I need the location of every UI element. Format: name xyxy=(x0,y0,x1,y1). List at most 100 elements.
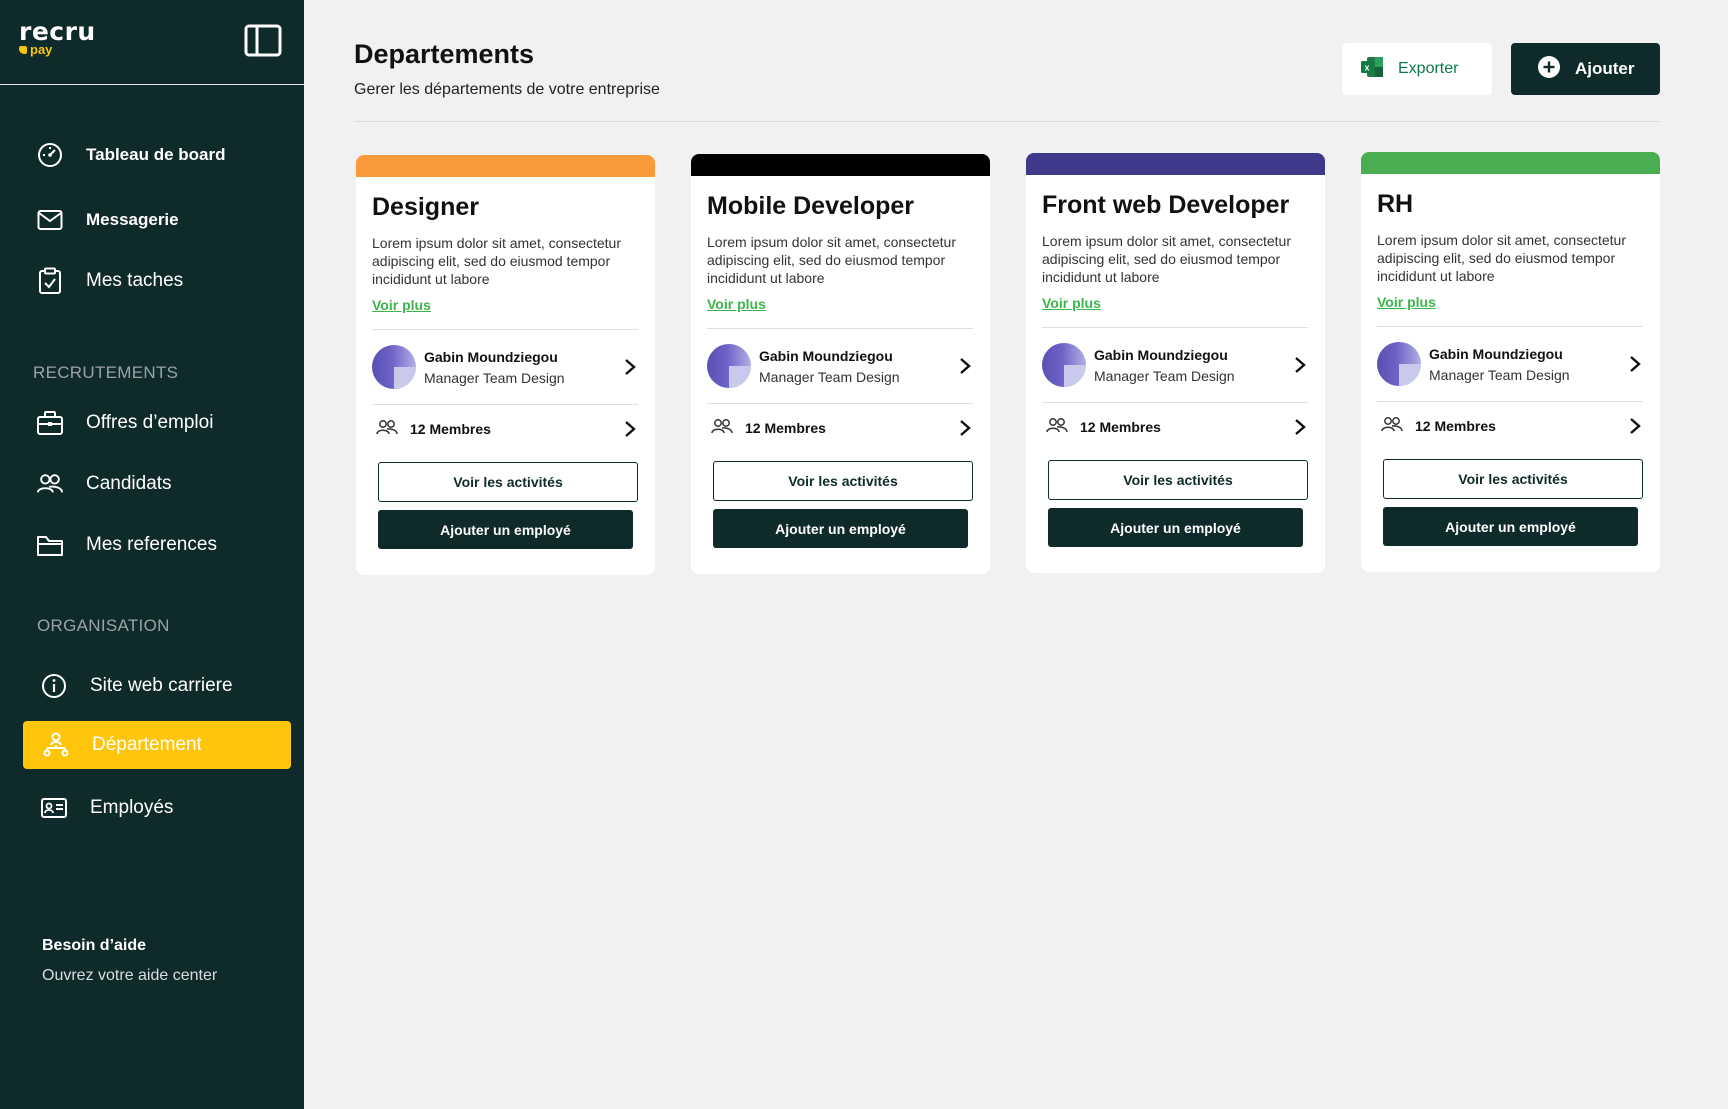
nav-item-departement[interactable]: Département xyxy=(23,721,291,769)
export-label: Exporter xyxy=(1398,60,1459,77)
nav-item-references[interactable]: Mes references xyxy=(23,521,291,569)
view-activities-button[interactable]: Voir les activités xyxy=(1383,459,1643,499)
voir-plus-link[interactable]: Voir plus xyxy=(707,296,766,312)
excel-icon: x xyxy=(1360,56,1384,83)
manager-name: Gabin Moundziegou xyxy=(759,347,893,364)
add-employee-button[interactable]: Ajouter un employé xyxy=(378,510,633,549)
voir-plus-link[interactable]: Voir plus xyxy=(1377,294,1436,310)
logo-subtext: pay xyxy=(30,42,53,57)
manager-row[interactable]: Gabin Moundziegou Manager Team Design xyxy=(372,344,638,390)
mail-icon xyxy=(36,206,64,234)
card-divider xyxy=(1377,401,1643,402)
avatar xyxy=(1377,342,1421,386)
manager-info: Gabin Moundziegou Manager Team Design xyxy=(424,349,622,386)
nav-item-label: Département xyxy=(92,734,202,755)
chevron-right-icon xyxy=(957,356,973,376)
nav-item-messagerie[interactable]: Messagerie xyxy=(23,196,291,244)
manager-info: Gabin Moundziegou Manager Team Design xyxy=(1429,346,1627,383)
nav-item-label: Mes references xyxy=(86,534,217,555)
nav-item-label: Offres d’emploi xyxy=(86,412,214,433)
card-divider xyxy=(1377,326,1643,327)
add-employee-button[interactable]: Ajouter un employé xyxy=(1048,508,1303,547)
department-card: Mobile Developer Lorem ipsum dolor sit a… xyxy=(691,154,990,574)
card-description: Lorem ipsum dolor sit amet, consectetur … xyxy=(1377,232,1626,284)
members-count: 12 Membres xyxy=(1415,418,1496,434)
card-divider xyxy=(372,404,638,405)
members-count: 12 Membres xyxy=(745,420,826,436)
card-description: Lorem ipsum dolor sit amet, consectetur … xyxy=(1042,233,1291,285)
avatar xyxy=(707,344,751,388)
add-label: Ajouter xyxy=(1575,59,1635,78)
help-center[interactable]: Besoin d’aide Ouvrez votre aide center xyxy=(42,937,217,985)
id-card-icon xyxy=(40,794,68,822)
department-card: Designer Lorem ipsum dolor sit amet, con… xyxy=(356,155,655,575)
nav-item-dashboard[interactable]: Tableau de board xyxy=(23,131,291,179)
view-activities-button[interactable]: Voir les activités xyxy=(1048,460,1308,500)
manager-info: Gabin Moundziegou Manager Team Design xyxy=(1094,347,1292,384)
voir-plus-link[interactable]: Voir plus xyxy=(1042,295,1101,311)
card-description: Lorem ipsum dolor sit amet, consectetur … xyxy=(372,235,621,287)
view-activities-button[interactable]: Voir les activités xyxy=(713,461,973,501)
nav-item-site-web[interactable]: Site web carriere xyxy=(27,662,295,710)
nav-item-label: Employés xyxy=(90,797,174,818)
members-row[interactable]: 12 Membres xyxy=(1381,414,1643,438)
manager-role: Manager Team Design xyxy=(1094,367,1235,384)
avatar xyxy=(372,345,416,389)
plus-circle-icon xyxy=(1537,55,1561,84)
avatar xyxy=(1042,343,1086,387)
logo[interactable]: recru pay xyxy=(19,19,96,57)
manager-row[interactable]: Gabin Moundziegou Manager Team Design xyxy=(1377,341,1643,387)
manager-name: Gabin Moundziegou xyxy=(1094,346,1228,363)
card-divider xyxy=(707,403,973,404)
nav-item-employes[interactable]: Employés xyxy=(27,784,295,832)
chevron-right-icon xyxy=(1292,355,1308,375)
nav-item-label: Tableau de board xyxy=(86,145,226,164)
manager-row[interactable]: Gabin Moundziegou Manager Team Design xyxy=(707,343,973,389)
chevron-right-icon xyxy=(622,419,638,439)
nav-item-offres[interactable]: Offres d’emploi xyxy=(23,399,291,447)
users-icon xyxy=(1381,416,1403,437)
dashboard-icon xyxy=(36,141,64,169)
card-title: RH xyxy=(1377,190,1414,218)
nav-item-label: Site web carriere xyxy=(90,675,233,696)
nav-item-label: Mes taches xyxy=(86,270,184,291)
users-icon xyxy=(36,470,64,498)
sidebar-toggle-icon[interactable] xyxy=(244,24,282,57)
users-icon xyxy=(376,419,398,440)
card-color-bar xyxy=(691,154,990,176)
chevron-right-icon xyxy=(622,357,638,377)
card-color-bar xyxy=(1026,153,1325,175)
card-title: Designer xyxy=(372,193,479,221)
section-title-recrutements: RECRUTEMENTS xyxy=(33,363,179,382)
clipboard-check-icon xyxy=(36,267,64,295)
page-title: Departements xyxy=(354,39,535,69)
section-title-organisation: ORGANISATION xyxy=(37,616,170,635)
card-color-bar xyxy=(1361,152,1660,174)
users-icon xyxy=(1046,417,1068,438)
users-icon xyxy=(711,418,733,439)
members-row[interactable]: 12 Membres xyxy=(376,417,638,441)
department-card: RH Lorem ipsum dolor sit amet, consectet… xyxy=(1361,152,1660,572)
svg-text:x: x xyxy=(1364,62,1369,72)
help-title: Besoin d’aide xyxy=(42,937,147,954)
manager-role: Manager Team Design xyxy=(424,369,565,386)
nav-item-mes-taches[interactable]: Mes taches xyxy=(23,257,291,305)
logo-dot-icon xyxy=(19,45,27,54)
manager-role: Manager Team Design xyxy=(1429,366,1570,383)
add-button[interactable]: Ajouter xyxy=(1511,43,1660,95)
members-row[interactable]: 12 Membres xyxy=(711,416,973,440)
members-row[interactable]: 12 Membres xyxy=(1046,415,1308,439)
view-activities-button[interactable]: Voir les activités xyxy=(378,462,638,502)
add-employee-button[interactable]: Ajouter un employé xyxy=(1383,507,1638,546)
help-subtitle: Ouvrez votre aide center xyxy=(42,967,218,984)
manager-row[interactable]: Gabin Moundziegou Manager Team Design xyxy=(1042,342,1308,388)
chevron-right-icon xyxy=(1627,416,1643,436)
header-divider xyxy=(354,121,1660,122)
chevron-right-icon xyxy=(957,418,973,438)
nav-item-candidats[interactable]: Candidats xyxy=(23,460,291,508)
chevron-right-icon xyxy=(1627,354,1643,374)
voir-plus-link[interactable]: Voir plus xyxy=(372,297,431,313)
add-employee-button[interactable]: Ajouter un employé xyxy=(713,509,968,548)
card-description: Lorem ipsum dolor sit amet, consectetur … xyxy=(707,234,956,286)
export-button[interactable]: x Exporter xyxy=(1342,43,1492,95)
